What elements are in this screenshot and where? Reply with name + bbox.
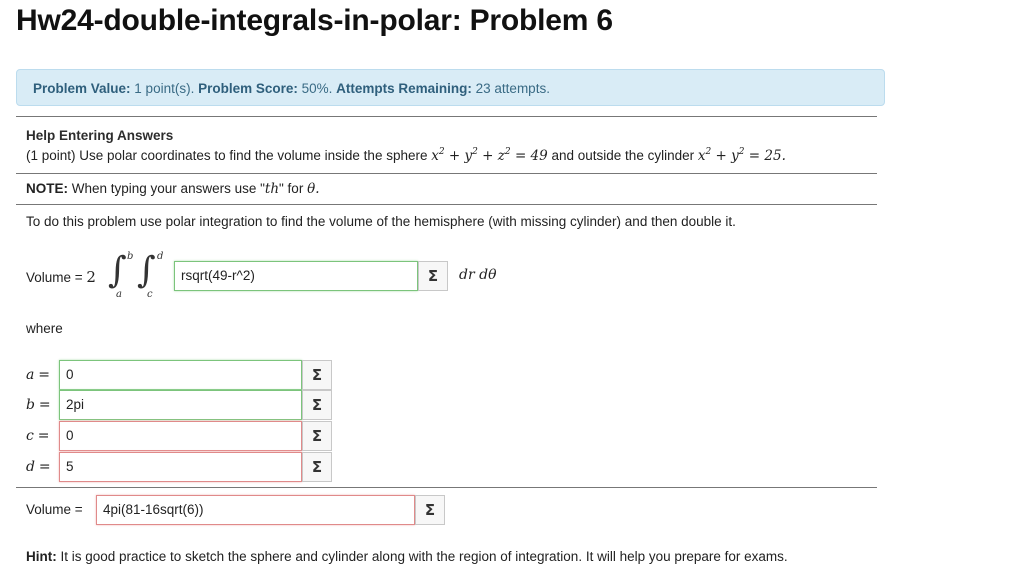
help-entering-answers-link[interactable]: Help Entering Answers [26,128,173,143]
problem-value-label: Problem Value: [33,81,131,96]
hint-text: It is good practice to sketch the sphere… [56,549,788,564]
volume-integral-label: Volume = 2 [26,268,96,286]
problem-statement: (1 point) Use polar coordinates to find … [26,147,786,165]
divider [16,204,877,205]
equation-editor-button[interactable]: Σ [302,452,332,482]
integrand-input[interactable]: rsqrt(49-r^2) [174,261,418,291]
equation-editor-button[interactable]: Σ [302,421,332,451]
limit-label-b: b = [26,397,51,413]
differentials: dr dθ [459,267,497,283]
limit-input-c[interactable]: 0 [59,421,302,451]
outer-integral-sign-icon: ∫ [108,250,127,291]
inner-upper-limit: d [157,251,164,262]
limit-input-b[interactable]: 2pi [59,390,302,420]
divider [16,173,877,174]
limit-input-d[interactable]: 5 [59,452,302,482]
attempts-remaining-text: 23 attempts. [471,81,550,96]
problem-value-text: 1 point(s). [130,81,199,96]
note-theta: θ. [307,181,320,197]
note-th: th [264,181,280,197]
attempts-remaining-label: Attempts Remaining: [336,81,472,96]
limit-label-c: c = [26,428,50,444]
hint-line: Hint: It is good practice to sketch the … [26,549,788,564]
final-volume-label: Volume = [26,502,83,517]
note-line: NOTE: When typing your answers use "th" … [26,181,320,197]
hint-label: Hint: [26,549,57,564]
problem-score-text: 50%. [297,81,337,96]
statement-prefix: (1 point) Use polar coordinates to find … [26,148,432,163]
note-text: When typing your answers use " [68,181,265,196]
cylinder-equation: x2 + y2 = 25. [697,147,786,165]
sphere-equation: x2 + y2 + z2 = 49 [431,147,548,165]
limit-label-d: d = [26,459,51,475]
page-title: Hw24-double-integrals-in-polar: Problem … [16,4,613,37]
divider [16,116,877,117]
equation-editor-button[interactable]: Σ [302,390,332,420]
problem-status-box: Problem Value: 1 point(s). Problem Score… [16,69,885,106]
inner-integral-sign-icon: ∫ [137,250,156,291]
equation-editor-button[interactable]: Σ [415,495,445,525]
limit-input-a[interactable]: 0 [59,360,302,390]
divider [16,487,877,488]
outer-lower-limit: a [116,289,122,300]
note-label: NOTE: [26,181,68,196]
inner-lower-limit: c [147,289,153,300]
equation-editor-button[interactable]: Σ [418,261,448,291]
instruction-text: To do this problem use polar integration… [26,214,736,229]
equation-editor-button[interactable]: Σ [302,360,332,390]
limit-label-a: a = [26,367,50,383]
outer-upper-limit: b [127,251,134,262]
final-volume-input[interactable]: 4pi(81-16sqrt(6)) [96,495,415,525]
problem-score-label: Problem Score: [198,81,298,96]
note-for: " for [279,181,308,196]
statement-middle: and outside the cylinder [551,148,698,163]
where-label: where [26,321,63,336]
